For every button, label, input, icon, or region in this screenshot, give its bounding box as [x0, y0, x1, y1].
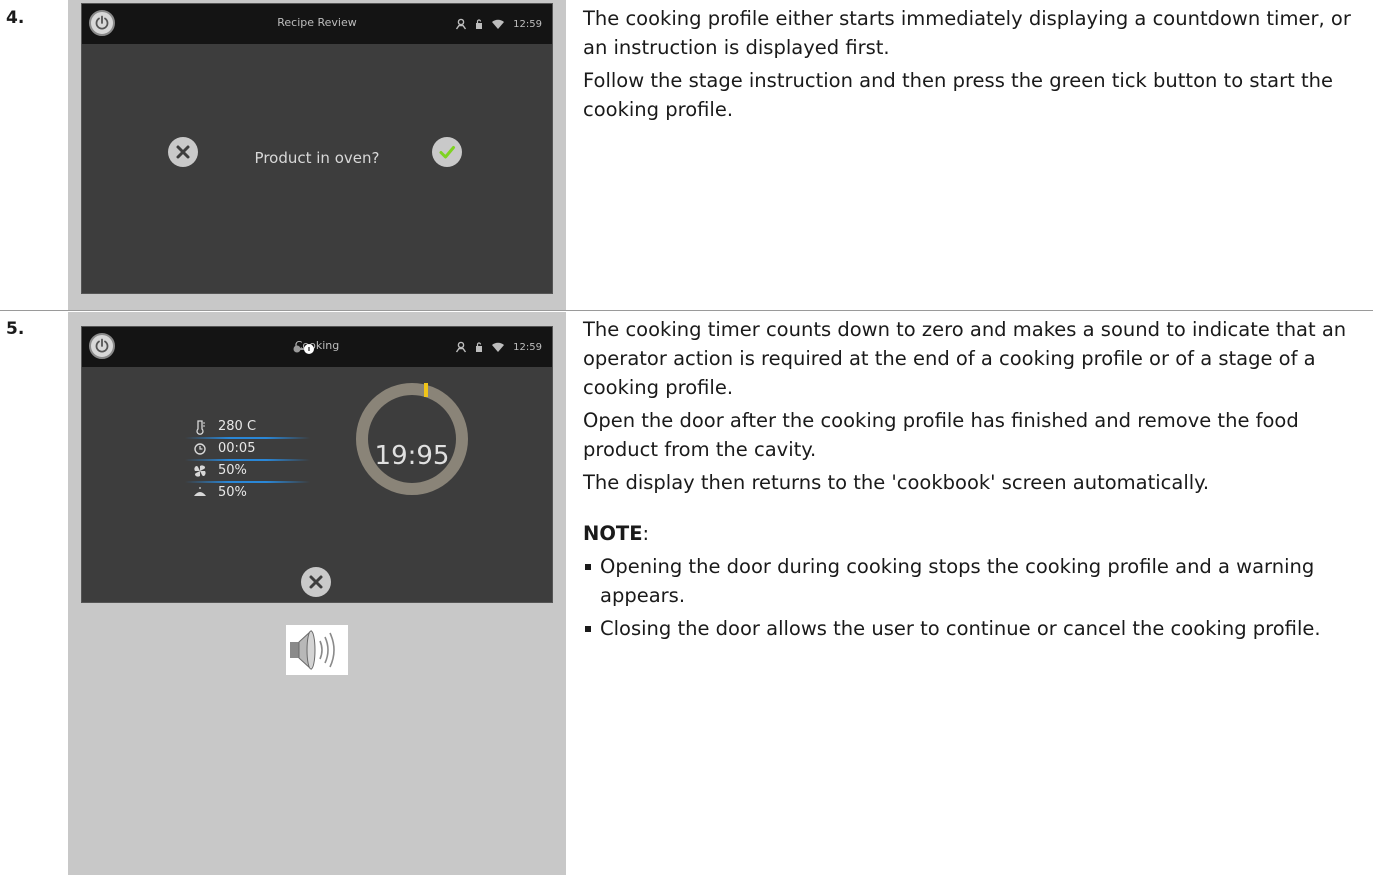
note-list: Opening the door during cooking stops th… [583, 552, 1365, 643]
paragraph: Open the door after the cooking profile … [583, 409, 1299, 461]
note-label: NOTE [583, 522, 643, 545]
param-value: 280 C [218, 419, 257, 434]
user-icon [456, 341, 467, 353]
status-icons: 12:59 [455, 339, 542, 355]
oven-screen: Cooking 12:59 280 C 00:05 50% 50% 19:95 [81, 326, 553, 603]
note-item: Closing the door allows the user to cont… [583, 614, 1365, 643]
step-number: 4. [6, 8, 25, 28]
param-value: 00:05 [218, 441, 256, 456]
param-value: 50% [218, 463, 247, 478]
checkmark-icon [439, 146, 455, 159]
speaker-icon [290, 629, 335, 671]
screen-prompt: Product in oven? [254, 149, 380, 167]
cancel-button[interactable] [301, 567, 331, 597]
timer-ring [356, 383, 468, 495]
step-image-panel: Cooking 12:59 280 C 00:05 50% 50% 19:95 [68, 312, 566, 875]
user-icon [456, 18, 467, 30]
lock-icon [476, 19, 483, 29]
timer-progress-marker [424, 383, 428, 397]
note-colon: : [642, 522, 650, 545]
note-item: Opening the door during cooking stops th… [583, 552, 1365, 610]
note-heading: NOTE: [583, 519, 1365, 548]
fan-icon [194, 465, 206, 477]
status-time: 12:59 [513, 18, 542, 30]
param-temperature: 280 C [185, 417, 310, 439]
close-icon [309, 575, 323, 589]
paragraph: The display then returns to the 'cookboo… [583, 471, 1210, 494]
step-description: The cooking profile either starts immedi… [583, 4, 1365, 128]
param-fan: 50% [185, 461, 310, 483]
oven-screen: Recipe Review 12:59 Product in oven? [81, 3, 553, 294]
clock-icon [194, 443, 206, 455]
confirm-button[interactable] [432, 137, 462, 167]
step-number: 5. [6, 319, 25, 339]
step-image-panel: Recipe Review 12:59 Product in oven? [68, 0, 566, 310]
wifi-icon [492, 342, 505, 352]
param-steam: 50% [185, 483, 310, 505]
paragraph: The cooking profile either starts immedi… [583, 7, 1351, 59]
paragraph: Follow the stage instruction and then pr… [583, 69, 1333, 121]
status-icons: 12:59 [455, 16, 542, 32]
param-value: 50% [218, 485, 247, 500]
wifi-icon [492, 19, 505, 29]
sound-illustration [286, 625, 348, 675]
param-time: 00:05 [185, 439, 310, 461]
screen-topbar: Recipe Review 12:59 [82, 4, 552, 44]
steam-icon [194, 487, 206, 496]
lock-icon [476, 342, 483, 352]
thermometer-icon [196, 420, 205, 435]
status-time: 12:59 [513, 341, 542, 353]
step-5: 5. Cooking 12:59 280 C 00:05 50% 50% 19:… [0, 311, 1373, 875]
step-4: 4. Recipe Review 12:59 Product in oven? … [0, 0, 1373, 311]
screen-topbar: Cooking 12:59 [82, 327, 552, 367]
paragraph: The cooking timer counts down to zero an… [583, 318, 1347, 399]
step-description: The cooking timer counts down to zero an… [583, 315, 1365, 647]
countdown-timer: 19:95 [374, 441, 450, 471]
stage-indicator-icon [293, 344, 314, 354]
